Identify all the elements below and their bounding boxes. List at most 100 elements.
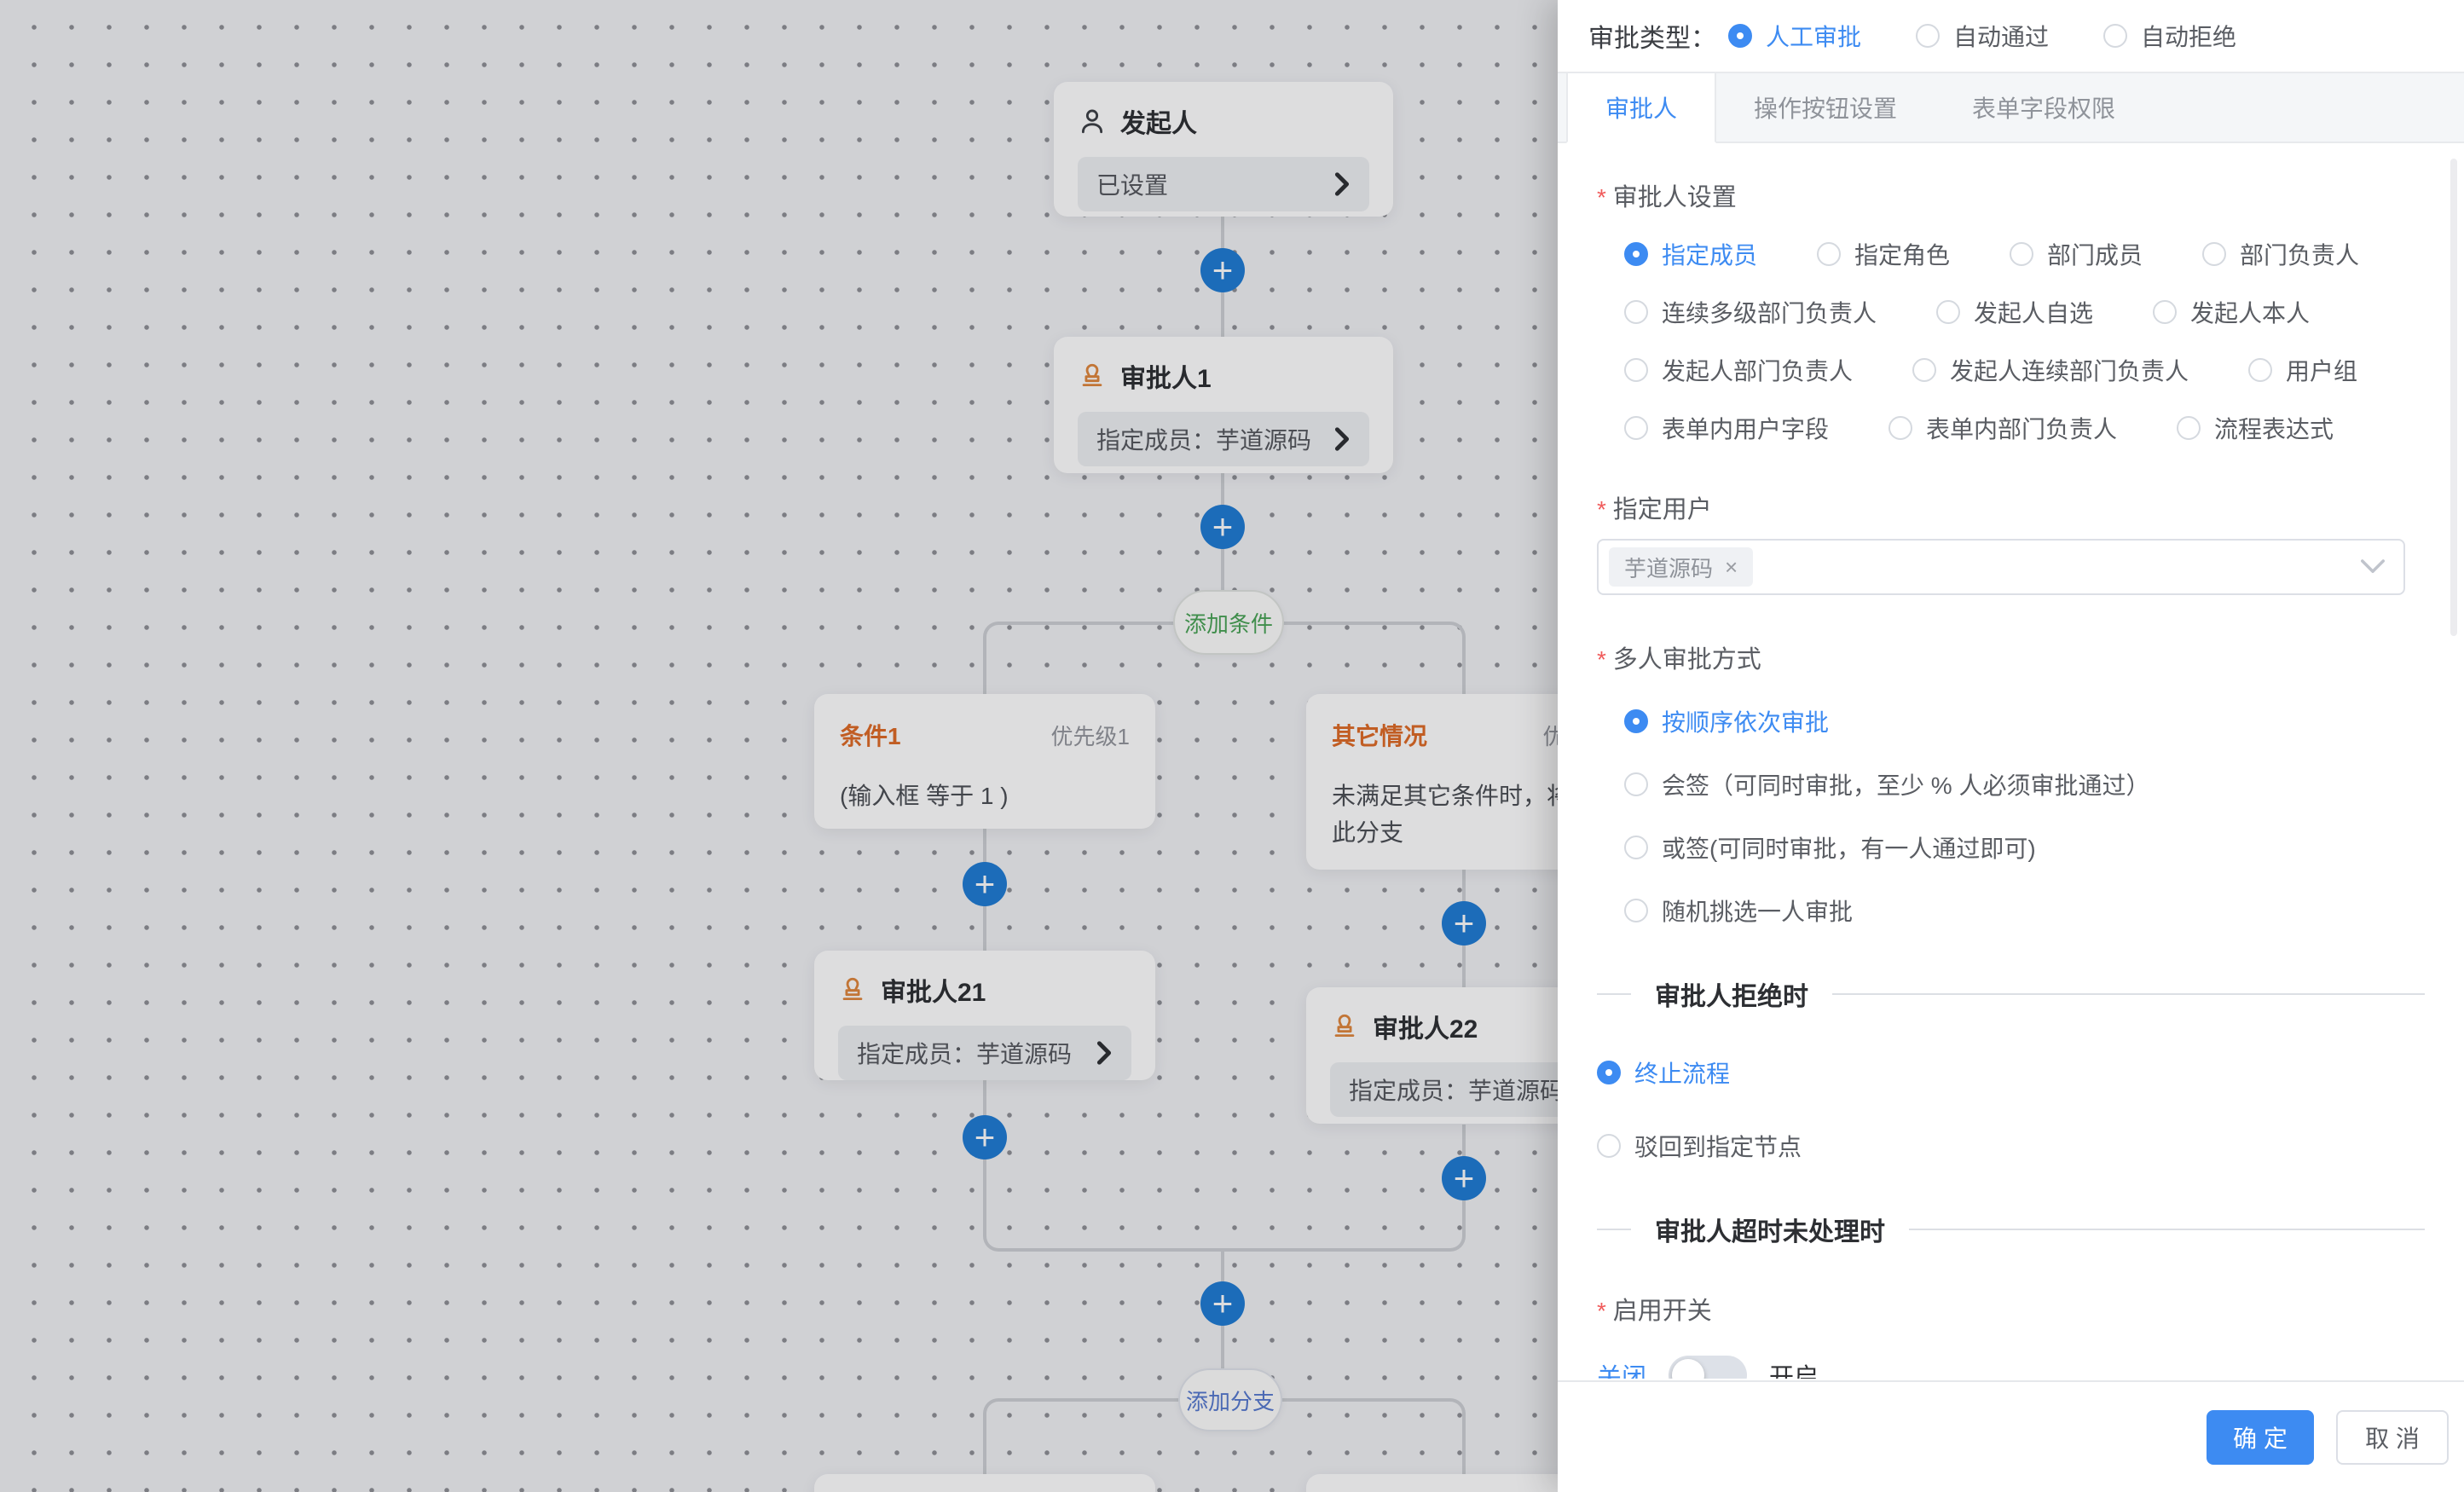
radio-starter-self[interactable]: 发起人本人 [2153,295,2310,329]
approval-type-label: 审批类型： [1588,17,1716,55]
reject-section-divider: 审批人拒绝时 [1597,975,2425,1013]
add-node-button[interactable]: + [1442,1156,1486,1200]
confirm-button[interactable]: 确 定 [2207,1410,2314,1465]
add-node-button[interactable]: + [1200,1281,1245,1326]
timeout-section-title: 审批人超时未处理时 [1655,1211,1885,1248]
radio-circle-icon [2010,242,2033,266]
node-title: 发起人 [1120,102,1197,140]
add-node-button[interactable]: + [1442,901,1486,946]
node-parallel1[interactable]: 并行1 无优先级 [814,1474,1155,1492]
node-summary[interactable]: 指定成员：芋道源码 [1078,412,1369,466]
node-summary[interactable]: 指定成员：芋道源码 [838,1026,1131,1080]
node-title: 审批人1 [1120,357,1212,395]
add-node-button[interactable]: + [963,1115,1007,1159]
condition-expression: (输入框 等于 1 ) [840,778,1130,814]
node-condition1[interactable]: 条件1 优先级1 (输入框 等于 1 ) [814,694,1155,829]
radio-countersign[interactable]: 会签（可同时审批，至少 % 人必须审批通过） [1624,767,2149,801]
radio-circle-icon [1624,899,1648,922]
radio-multi-level-dept-leader[interactable]: 连续多级部门负责人 [1624,295,1877,329]
radio-starter-dept-leader[interactable]: 发起人部门负责人 [1624,353,1853,387]
add-node-button[interactable]: + [963,862,1007,906]
stamp-icon [838,975,867,1004]
stamp-icon [1330,1012,1359,1041]
radio-circle-icon [1624,772,1648,796]
enable-switch-label: 启用开关 [1597,1291,2425,1327]
add-condition-button[interactable]: 添加条件 [1173,590,1284,655]
radio-circle-icon [1624,300,1648,324]
radio-terminate-flow[interactable]: 终止流程 [1597,1055,1730,1090]
tag-close-icon[interactable]: × [1725,554,1738,581]
radio-random-one[interactable]: 随机挑选一人审批 [1624,893,1853,928]
radio-auto-approve[interactable]: 自动通过 [1916,19,2049,53]
node-title: 审批人22 [1373,1008,1478,1045]
radio-circle-icon [1916,24,1940,48]
radio-circle-icon [1624,836,1648,859]
panel-scrollbar[interactable] [2450,159,2457,636]
approver-settings-panel: 审批类型： 人工审批 自动通过 自动拒绝 审批人 操作按钮设置 表单字段权限 审… [1558,0,2464,1492]
radio-assigned-member[interactable]: 指定成员 [1624,237,1757,271]
radio-circle-icon [1597,1061,1621,1084]
timeout-section-divider: 审批人超时未处理时 [1597,1211,2425,1248]
radio-dept-leader[interactable]: 部门负责人 [2202,237,2359,271]
switch-off-label: 关闭 [1597,1357,1646,1379]
radio-user-group[interactable]: 用户组 [2248,353,2357,387]
radio-starter-self-select[interactable]: 发起人自选 [1936,295,2093,329]
radio-circle-icon [1624,709,1648,733]
radio-starter-multi-dept-leader[interactable]: 发起人连续部门负责人 [1912,353,2189,387]
radio-circle-icon [1912,358,1936,382]
add-node-button[interactable]: + [1200,505,1245,549]
tab-action-buttons[interactable]: 操作按钮设置 [1716,73,1935,142]
panel-footer: 确 定 取 消 [1558,1380,2464,1492]
radio-manual-approval[interactable]: 人工审批 [1728,19,1861,53]
radio-dept-member[interactable]: 部门成员 [2010,237,2143,271]
chevron-right-icon [1096,1040,1113,1066]
add-branch-button[interactable]: 添加分支 [1178,1368,1282,1431]
radio-circle-icon [1624,416,1648,440]
radio-circle-icon [2103,24,2127,48]
radio-circle-icon [1624,358,1648,382]
radio-assigned-role[interactable]: 指定角色 [1817,237,1950,271]
radio-circle-icon [2153,300,2177,324]
assign-user-select[interactable]: 芋道源码 × [1597,539,2405,595]
radio-form-user-field[interactable]: 表单内用户字段 [1624,411,1829,445]
radio-approve-in-sequence[interactable]: 按顺序依次审批 [1624,704,1829,738]
radio-form-dept-leader[interactable]: 表单内部门负责人 [1888,411,2117,445]
cancel-button[interactable]: 取 消 [2336,1410,2449,1465]
multi-approve-label: 多人审批方式 [1597,639,2425,675]
node-approver21[interactable]: 审批人21 指定成员：芋道源码 [814,951,1155,1080]
timeout-toggle[interactable] [1669,1356,1747,1379]
condition-title: 其它情况 [1332,718,1427,752]
stamp-icon [1078,361,1107,390]
tab-form-field-permissions[interactable]: 表单字段权限 [1935,73,2153,142]
radio-circle-icon [2177,416,2201,440]
radio-flow-expression[interactable]: 流程表达式 [2177,411,2334,445]
panel-tabs: 审批人 操作按钮设置 表单字段权限 [1558,72,2464,143]
node-title: 审批人21 [881,971,986,1009]
radio-circle-icon [1817,242,1841,266]
radio-circle-icon [1597,1134,1621,1158]
radio-circle-icon [1888,416,1912,440]
radio-circle-icon [1624,242,1648,266]
approval-flow-designer: 发起人 已设置 + 审批人1 指定成员：芋道源码 + 添加条件 [0,0,2464,1492]
radio-or-sign[interactable]: 或签(可同时审批，有一人通过即可) [1624,830,2036,865]
radio-return-to-node[interactable]: 驳回到指定节点 [1597,1129,1802,1163]
reject-section-title: 审批人拒绝时 [1655,975,1808,1013]
user-tag: 芋道源码 × [1609,547,1753,587]
node-start[interactable]: 发起人 已设置 [1054,82,1393,217]
radio-circle-icon [2202,242,2226,266]
approver-setting-label: 审批人设置 [1597,177,2425,213]
chevron-down-icon [2361,559,2385,575]
add-node-button[interactable]: + [1200,248,1245,292]
switch-on-label: 开启 [1769,1357,1819,1379]
radio-circle-icon [1936,300,1960,324]
tab-approver[interactable]: 审批人 [1566,73,1716,143]
condition-priority: 优先级1 [1051,720,1130,751]
chevron-right-icon [1333,171,1351,197]
radio-auto-reject[interactable]: 自动拒绝 [2103,19,2236,53]
user-icon [1078,107,1107,136]
panel-content[interactable]: 审批人设置 指定成员 指定角色 部门成员 部门负责人 连续多级部门负责人 发起人… [1558,147,2464,1379]
assign-user-label: 指定用户 [1597,489,2425,525]
node-approver1[interactable]: 审批人1 指定成员：芋道源码 [1054,337,1393,473]
node-summary[interactable]: 已设置 [1078,157,1369,211]
condition-title: 条件1 [840,718,901,752]
